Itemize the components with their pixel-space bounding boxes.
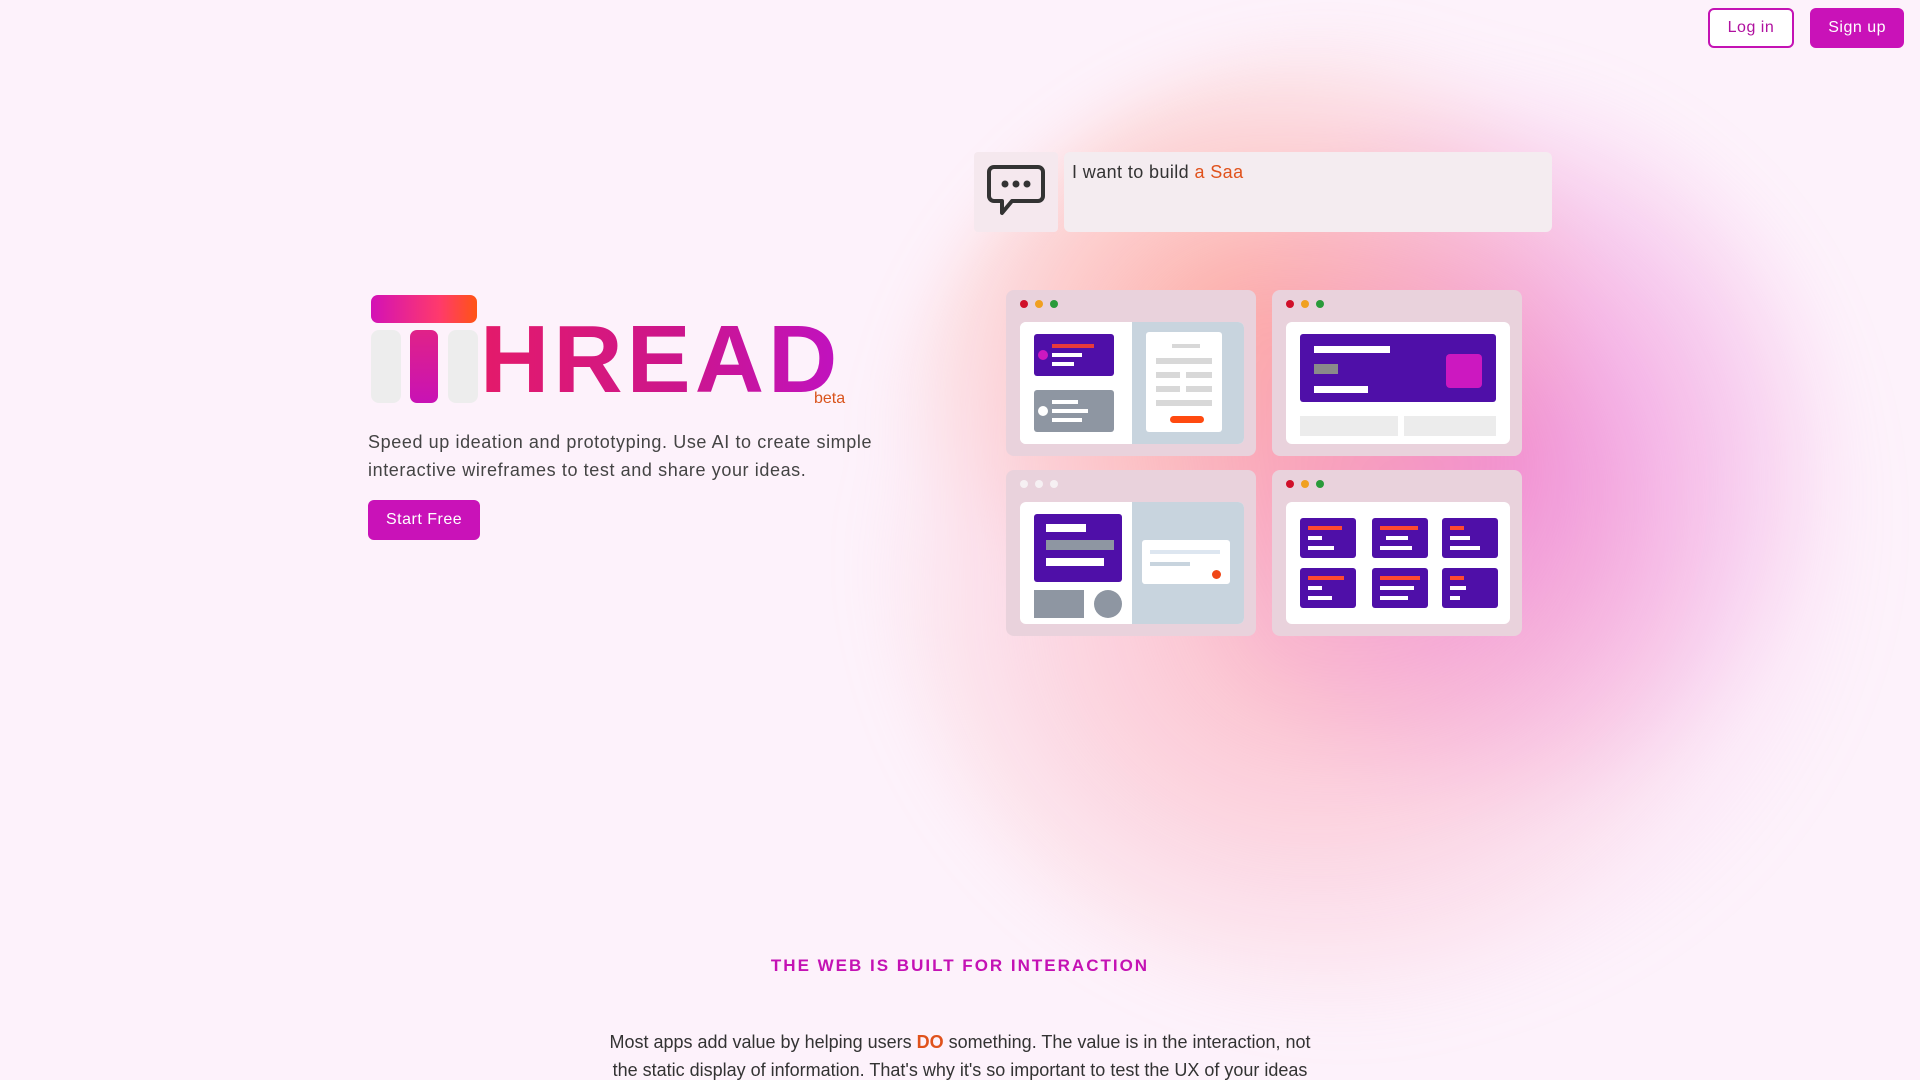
window-controls — [1286, 300, 1324, 308]
logo-ghost-bar-right — [448, 330, 478, 403]
login-button[interactable]: Log in — [1707, 8, 1795, 48]
window-controls — [1020, 480, 1058, 488]
section-body-text: Most apps add value by helping users — [609, 1032, 917, 1052]
top-nav: Log in Sign up — [1707, 8, 1904, 48]
preview-screen — [1020, 502, 1244, 624]
hero-tagline: Speed up ideation and prototyping. Use A… — [368, 432, 873, 480]
prompt-input[interactable]: I want to build a Saa — [1064, 152, 1552, 232]
thread-logo: HREAD beta — [368, 292, 888, 412]
chat-icon-container — [974, 152, 1058, 232]
speech-bubble-icon — [987, 165, 1045, 215]
section-title: THE WEB IS BUILT FOR INTERACTION — [770, 956, 1150, 975]
start-free-button[interactable]: Start Free — [368, 500, 481, 540]
wireframe-preview-4 — [1272, 470, 1522, 636]
wireframe-preview-1 — [1006, 290, 1256, 456]
wireframe-preview-3 — [1006, 470, 1256, 636]
preview-screen — [1286, 322, 1510, 444]
beta-badge: beta — [814, 390, 846, 407]
window-controls — [1286, 480, 1324, 488]
prompt-typed-text: a Saa — [1194, 162, 1244, 182]
wireframe-preview-2 — [1272, 290, 1522, 456]
logo-ghost-bar-left — [371, 330, 401, 403]
logo-wordmark: HREAD — [480, 306, 842, 413]
window-controls — [1020, 300, 1058, 308]
signup-button[interactable]: Sign up — [1810, 8, 1904, 48]
preview-screen — [1286, 502, 1510, 624]
section-body: Most apps add value by helping users DO … — [600, 1028, 1320, 1080]
section-body-emphasis: DO — [916, 1032, 944, 1052]
logo-t-stem — [410, 330, 438, 403]
logo-t-crossbar — [371, 295, 477, 323]
prompt-prefix: I want to build — [1072, 162, 1195, 182]
preview-screen — [1020, 322, 1244, 444]
